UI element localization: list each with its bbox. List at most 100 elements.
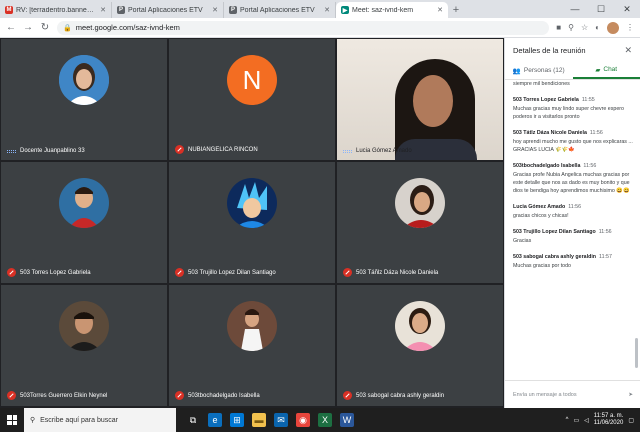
mic-on-icon xyxy=(343,149,352,153)
maximize-icon[interactable]: ☐ xyxy=(588,4,614,15)
chat-text: gracias chicos y chicas! xyxy=(513,213,569,219)
participant-name: NUBIANGELICA RINCON xyxy=(175,145,258,154)
participant-photo xyxy=(227,178,277,228)
browser-tab-strip: M RV: [terradentro.bannep.gov.co ✕ P Por… xyxy=(0,0,640,18)
panel-header: Detalles de la reunión ✕ xyxy=(505,38,640,62)
avatar xyxy=(59,55,109,105)
participant-tile[interactable]: 503 Torres Lopez Gabriela xyxy=(0,161,168,284)
browser-tab-2[interactable]: P Portal Aplicaciones ETV ✕ xyxy=(224,2,336,18)
camera-icon[interactable]: ■ xyxy=(556,23,561,32)
taskbar-search-placeholder: Escribe aquí para buscar xyxy=(40,416,118,424)
chat-message: 503 sabogal cabra ashly geraldin 11:57 Mu… xyxy=(513,254,633,270)
store-icon[interactable]: ⊞ xyxy=(230,413,244,427)
screen: M RV: [terradentro.bannep.gov.co ✕ P Por… xyxy=(0,0,640,432)
close-icon[interactable]: ✕ xyxy=(212,6,218,14)
chat-time: 11:56 xyxy=(583,163,597,169)
participant-tile[interactable]: 503 saboga‌l cabra ashly geraldin xyxy=(336,284,504,407)
chevron-up-icon[interactable]: ^ xyxy=(566,417,569,423)
chat-sender: 503tbochadelgado Isabella xyxy=(513,163,581,169)
chat-sender: Lucia Gómez Amado xyxy=(513,204,566,210)
chat-sender: 503 Trujillo Lopez Dilan Santiago xyxy=(513,229,596,235)
address-bar[interactable]: 🔒 meet.google.com/saz-ivnd-kem xyxy=(57,20,550,35)
notifications-icon[interactable]: ▢ xyxy=(628,417,634,424)
browser-tab-3[interactable]: ▶ Meet: saz-ivnd-kem ✕ xyxy=(336,2,448,18)
network-icon[interactable]: ▭ xyxy=(573,417,579,424)
mic-off-icon xyxy=(7,391,16,400)
mic-off-icon xyxy=(175,268,184,277)
chat-message: 503tbochadelgado Isabella 11:56 Gracias p… xyxy=(513,163,633,195)
participant-tile[interactable]: N NUBIANGELICA RINCON xyxy=(168,38,336,161)
folder-icon[interactable]: ▬ xyxy=(252,413,266,427)
close-window-icon[interactable]: ✕ xyxy=(614,4,640,15)
participant-tile[interactable]: 503 Trujillo Lopez Dilan Santiago xyxy=(168,161,336,284)
panel-title: Detalles de la reunión xyxy=(513,45,586,55)
chat-message-list[interactable]: siempre mil bendiciones 503 Torres Lopez… xyxy=(505,80,640,380)
search-icon[interactable]: ⚲ xyxy=(568,23,574,32)
participant-photo xyxy=(59,55,109,105)
meeting-details-panel: Detalles de la reunión ✕ 👥 Personas (12)… xyxy=(504,38,640,408)
back-icon[interactable]: ← xyxy=(6,22,16,33)
mic-off-icon xyxy=(7,268,16,277)
word-icon[interactable]: W xyxy=(340,413,354,427)
taskbar-search[interactable]: ⚲ Escribe aquí para buscar xyxy=(24,408,176,432)
minimize-icon[interactable]: — xyxy=(562,4,588,14)
participant-name: 503 Torres Lopez Gabriela xyxy=(7,268,91,277)
tab-chat[interactable]: ▰ Chat xyxy=(572,62,640,79)
participant-tile[interactable]: 503tbochadelgado Isabella xyxy=(168,284,336,407)
close-icon[interactable]: ✕ xyxy=(437,6,443,14)
participant-tile[interactable]: 503 Táñlz Dáza Nicole Daniela xyxy=(336,161,504,284)
close-icon[interactable]: ✕ xyxy=(624,45,632,56)
avatar xyxy=(59,178,109,228)
menu-icon[interactable]: ⋮ xyxy=(626,23,634,32)
task-view-icon[interactable]: ⧉ xyxy=(186,413,200,427)
new-tab-button[interactable]: + xyxy=(448,2,464,18)
start-button[interactable] xyxy=(0,408,24,432)
chat-message: siempre mil bendiciones xyxy=(513,81,570,87)
url-text: meet.google.com/saz-ivnd-kem xyxy=(75,23,180,32)
mic-off-icon xyxy=(343,391,352,400)
browser-tab-0[interactable]: M RV: [terradentro.bannep.gov.co ✕ xyxy=(0,2,112,18)
tab-people[interactable]: 👥 Personas (12) xyxy=(505,62,573,79)
chat-text: Muchas gracias por todo xyxy=(513,263,572,269)
star-icon[interactable]: ☆ xyxy=(581,23,588,32)
panel-tabs: 👥 Personas (12) ▰ Chat xyxy=(505,62,640,80)
chat-input[interactable]: Envía un mensaje a todos ➤ xyxy=(505,380,640,408)
profile-avatar[interactable] xyxy=(607,21,619,34)
windows-icon xyxy=(7,415,17,425)
volume-icon[interactable]: ◁ xyxy=(584,417,589,424)
active-speaker-video[interactable]: Lucia Gómez Amado xyxy=(336,38,504,161)
chat-message: 503 Torres Lopez Gabriela 11:55 Muchas gr… xyxy=(513,97,633,121)
mail-icon[interactable]: ✉ xyxy=(274,413,288,427)
reload-icon[interactable]: ↻ xyxy=(40,22,50,33)
meet-stage: Docente Juanpablino 33 N NUBIANGELICA RI… xyxy=(0,38,504,408)
participant-tile[interactable]: 503Torres Guerrero Elkin Neynel xyxy=(0,284,168,407)
chat-message: 503 Trujillo Lopez Dilan Santiago 11:56 G… xyxy=(513,229,633,245)
excel-icon[interactable]: X xyxy=(318,413,332,427)
mic-on-icon xyxy=(7,149,16,153)
edge-icon[interactable]: e xyxy=(208,413,222,427)
chat-time: 11:55 xyxy=(581,97,595,103)
chat-input-placeholder: Envía un mensaje a todos xyxy=(513,391,577,398)
participant-photo xyxy=(59,301,109,351)
chat-text: Gracias xyxy=(513,238,532,244)
mic-off-icon xyxy=(175,391,184,400)
avatar xyxy=(395,178,445,228)
browser-tab-1[interactable]: P Portal Aplicaciones ETV ✕ xyxy=(112,2,224,18)
extension-icon[interactable]: ◐ xyxy=(595,23,600,32)
participant-tile[interactable]: Docente Juanpablino 33 xyxy=(0,38,168,161)
chrome-icon[interactable]: ◉ xyxy=(296,413,310,427)
close-icon[interactable]: ✕ xyxy=(100,6,106,14)
participant-photo xyxy=(395,301,445,351)
people-icon: 👥 xyxy=(512,67,521,75)
avatar xyxy=(59,301,109,351)
avatar xyxy=(227,178,277,228)
chat-time: 11:56 xyxy=(598,229,612,235)
forward-icon[interactable]: → xyxy=(23,22,33,33)
participant-photo xyxy=(395,178,445,228)
tab-title: Portal Aplicaciones ETV xyxy=(128,6,203,14)
clock[interactable]: 11:57 a. m. 11/06/2020 xyxy=(594,413,624,427)
close-icon[interactable]: ✕ xyxy=(324,6,330,14)
chat-scrollbar[interactable] xyxy=(635,338,638,368)
avatar xyxy=(395,301,445,351)
send-icon[interactable]: ➤ xyxy=(628,392,633,398)
